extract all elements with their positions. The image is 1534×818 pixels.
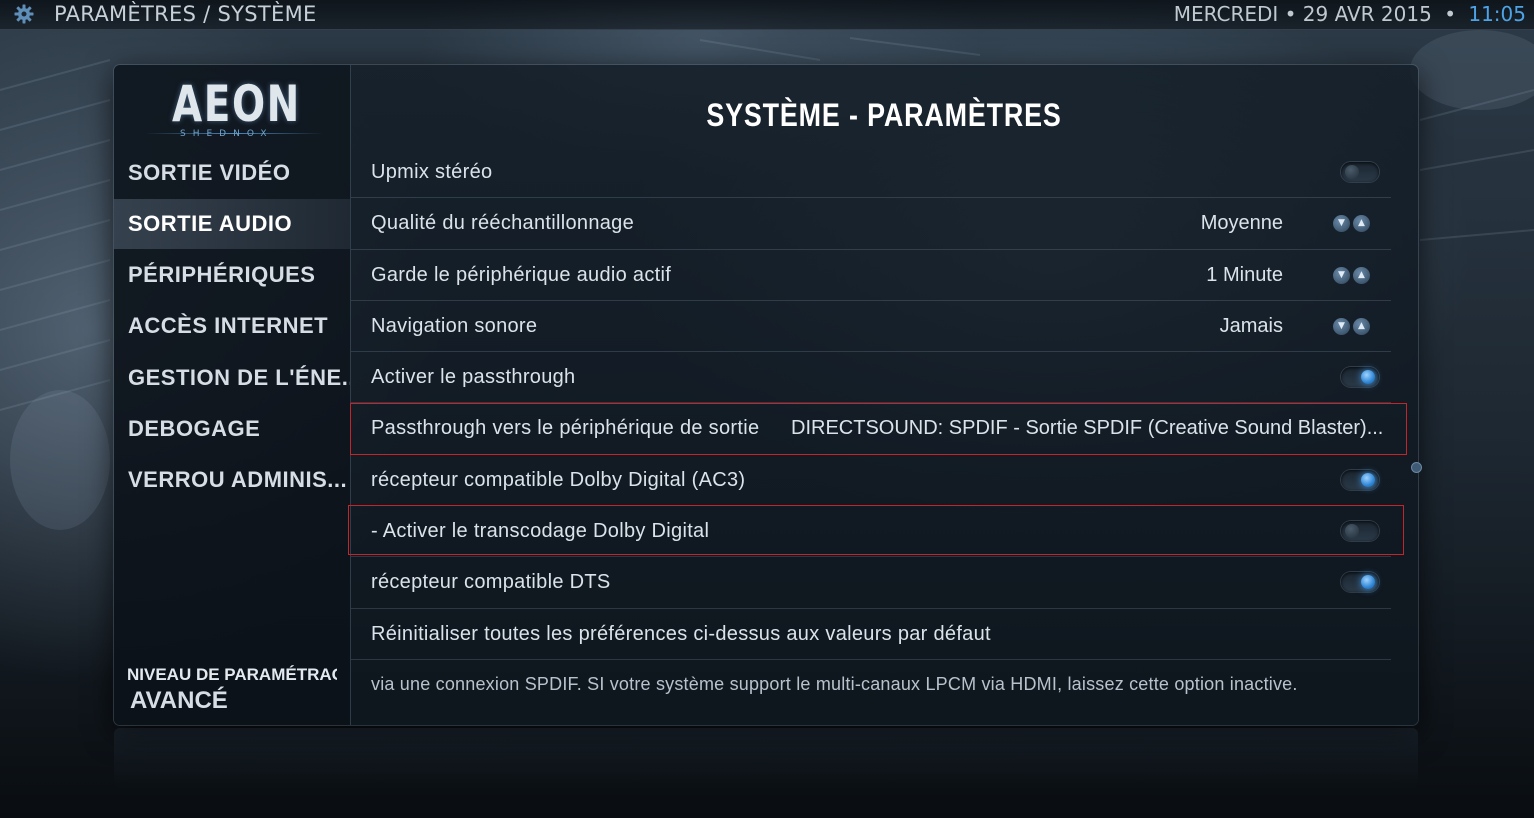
toggle-knob	[1345, 165, 1359, 179]
chevron-up-icon[interactable]: ▲	[1353, 215, 1370, 233]
sidebar-item-acces-internet[interactable]: ACCÈS INTERNET	[114, 301, 350, 351]
sidebar-item-verrou-admin[interactable]: VERROU ADMINIS...	[114, 455, 350, 505]
setting-label: Navigation sonore	[371, 314, 538, 337]
setting-row-reset-defaults[interactable]: Réinitialiser toutes les préférences ci-…	[351, 609, 1391, 660]
toggle-knob	[1361, 370, 1375, 385]
toggle-switch[interactable]	[1341, 162, 1379, 182]
scrollbar-indicator[interactable]	[1411, 462, 1422, 473]
highlight-box-dolby-transcoding	[348, 505, 1404, 555]
separator: •	[1444, 2, 1456, 26]
page-title: SYSTÈME - PARAMÈTRES	[706, 97, 1062, 133]
toggle-switch[interactable]	[1341, 572, 1379, 593]
chevron-down-icon[interactable]: ▼	[1333, 215, 1350, 233]
sidebar-item-gestion-energie[interactable]: GESTION DE L'ÉNE...	[114, 353, 350, 403]
panel-reflection	[114, 728, 1418, 788]
chevron-up-icon[interactable]: ▲	[1353, 317, 1370, 335]
settings-level-label: NIVEAU DE PARAMÉTRAGE	[127, 665, 337, 684]
sidebar-item-sortie-audio[interactable]: SORTIE AUDIO	[114, 199, 350, 249]
sidebar-item-peripheriques[interactable]: PÉRIPHÉRIQUES	[114, 250, 350, 300]
setting-label: Activer le passthrough	[371, 366, 576, 389]
setting-row-navigation-sounds[interactable]: Navigation sonore Jamais ▼ ▲	[351, 301, 1391, 353]
setting-row-enable-passthrough[interactable]: Activer le passthrough	[351, 352, 1391, 404]
setting-value: 1 Minute	[1206, 263, 1283, 286]
setting-value: Jamais	[1219, 314, 1283, 337]
sidebar: AEON SHEDNOX SORTIE VIDÉO SORTIE AUDIO P…	[114, 65, 351, 725]
top-bar: PARAMÈTRES / SYSTÈME MERCREDI • 29 AVR 2…	[0, 0, 1534, 30]
setting-label: Réinitialiser toutes les préférences ci-…	[371, 622, 991, 645]
chevron-down-icon[interactable]: ▼	[1333, 266, 1350, 284]
settings-panel: AEON SHEDNOX SORTIE VIDÉO SORTIE AUDIO P…	[114, 65, 1422, 725]
sidebar-item-debogage[interactable]: DEBOGAGE	[114, 404, 350, 454]
sidebar-item-sortie-video[interactable]: SORTIE VIDÉO	[114, 148, 350, 198]
value-spinner[interactable]: ▼ ▲	[1333, 317, 1371, 336]
date-label: MERCREDI • 29 AVR 2015	[1173, 2, 1432, 26]
setting-label: Upmix stéréo	[371, 161, 493, 183]
chevron-down-icon[interactable]: ▼	[1333, 317, 1350, 335]
setting-label: Qualité du rééchantillonnage	[371, 212, 635, 235]
highlight-box-passthrough-device	[350, 403, 1407, 455]
setting-description: via une connexion SPDIF. SI votre systèm…	[371, 674, 1298, 694]
toggle-switch[interactable]	[1341, 469, 1379, 490]
setting-row-keep-audio-active[interactable]: Garde le périphérique audio actif 1 Minu…	[351, 250, 1391, 301]
toggle-switch[interactable]	[1341, 367, 1379, 388]
setting-row-upmix[interactable]: Upmix stéréo	[351, 147, 1391, 199]
clock-time: 11:05	[1468, 2, 1526, 26]
setting-label: récepteur compatible DTS	[371, 571, 611, 594]
setting-value: Moyenne	[1200, 212, 1283, 235]
logo-text: AEON	[172, 75, 301, 133]
setting-label: Garde le périphérique audio actif	[371, 263, 672, 286]
logo-subtext: SHEDNOX	[180, 129, 274, 139]
settings-level-value[interactable]: AVANCÉ	[130, 687, 228, 715]
chevron-up-icon[interactable]: ▲	[1353, 266, 1370, 284]
setting-row-dolby-digital-receiver[interactable]: récepteur compatible Dolby Digital (AC3)	[351, 455, 1391, 507]
breadcrumb: PARAMÈTRES / SYSTÈME	[54, 2, 317, 26]
date-time: MERCREDI • 29 AVR 2015 • 11:05	[1174, 2, 1526, 26]
gear-icon[interactable]	[14, 4, 34, 24]
setting-row-resample-quality[interactable]: Qualité du rééchantillonnage Moyenne ▼ ▲	[351, 198, 1391, 250]
toggle-knob	[1361, 472, 1375, 487]
value-spinner[interactable]: ▼ ▲	[1333, 215, 1371, 233]
aeon-logo: AEON SHEDNOX	[144, 73, 324, 143]
setting-row-dts-receiver[interactable]: récepteur compatible DTS	[351, 557, 1391, 609]
toggle-knob	[1361, 575, 1375, 590]
setting-label: récepteur compatible Dolby Digital (AC3)	[371, 468, 746, 491]
value-spinner[interactable]: ▼ ▲	[1333, 266, 1371, 285]
